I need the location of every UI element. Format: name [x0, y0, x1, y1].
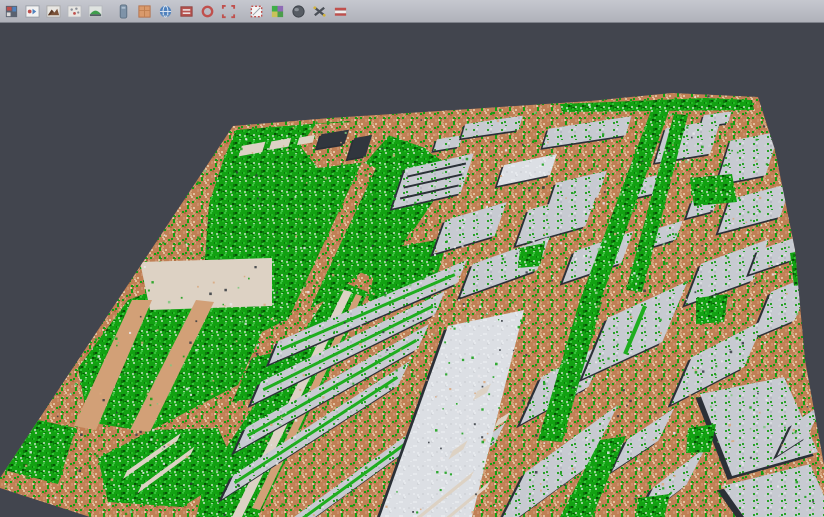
profile-icon: [179, 4, 194, 19]
sphere-button[interactable]: [289, 2, 308, 21]
hill-icon: [88, 4, 103, 19]
ortho-button[interactable]: [135, 2, 154, 21]
extent-icon: [221, 4, 236, 19]
vegetation-patch: [696, 294, 728, 324]
measure-icon: [312, 4, 327, 19]
globe-button[interactable]: [156, 2, 175, 21]
ring-button[interactable]: [198, 2, 217, 21]
select-button[interactable]: [247, 2, 266, 21]
classes-button[interactable]: [268, 2, 287, 21]
main-toolbar: [0, 0, 824, 23]
flag-button[interactable]: [331, 2, 350, 21]
terrain-button[interactable]: [44, 2, 63, 21]
3d-viewport[interactable]: [0, 0, 824, 517]
measure-button[interactable]: [310, 2, 329, 21]
sphere-icon: [291, 4, 306, 19]
classes-icon: [270, 4, 285, 19]
panel-button[interactable]: [114, 2, 133, 21]
points-button[interactable]: [65, 2, 84, 21]
layers-button[interactable]: [2, 2, 21, 21]
panel-icon: [116, 4, 131, 19]
points-icon: [67, 4, 82, 19]
extent-button[interactable]: [219, 2, 238, 21]
layers-icon: [4, 4, 19, 19]
terrain-icon: [46, 4, 61, 19]
import-icon: [25, 4, 40, 19]
globe-icon: [158, 4, 173, 19]
ortho-icon: [137, 4, 152, 19]
ring-icon: [200, 4, 215, 19]
profile-button[interactable]: [177, 2, 196, 21]
application-window: [0, 0, 824, 517]
hill-button[interactable]: [86, 2, 105, 21]
point-cloud-render: [0, 0, 824, 517]
import-button[interactable]: [23, 2, 42, 21]
select-icon: [249, 4, 264, 19]
flag-icon: [333, 4, 348, 19]
vegetation-patch: [690, 174, 737, 206]
